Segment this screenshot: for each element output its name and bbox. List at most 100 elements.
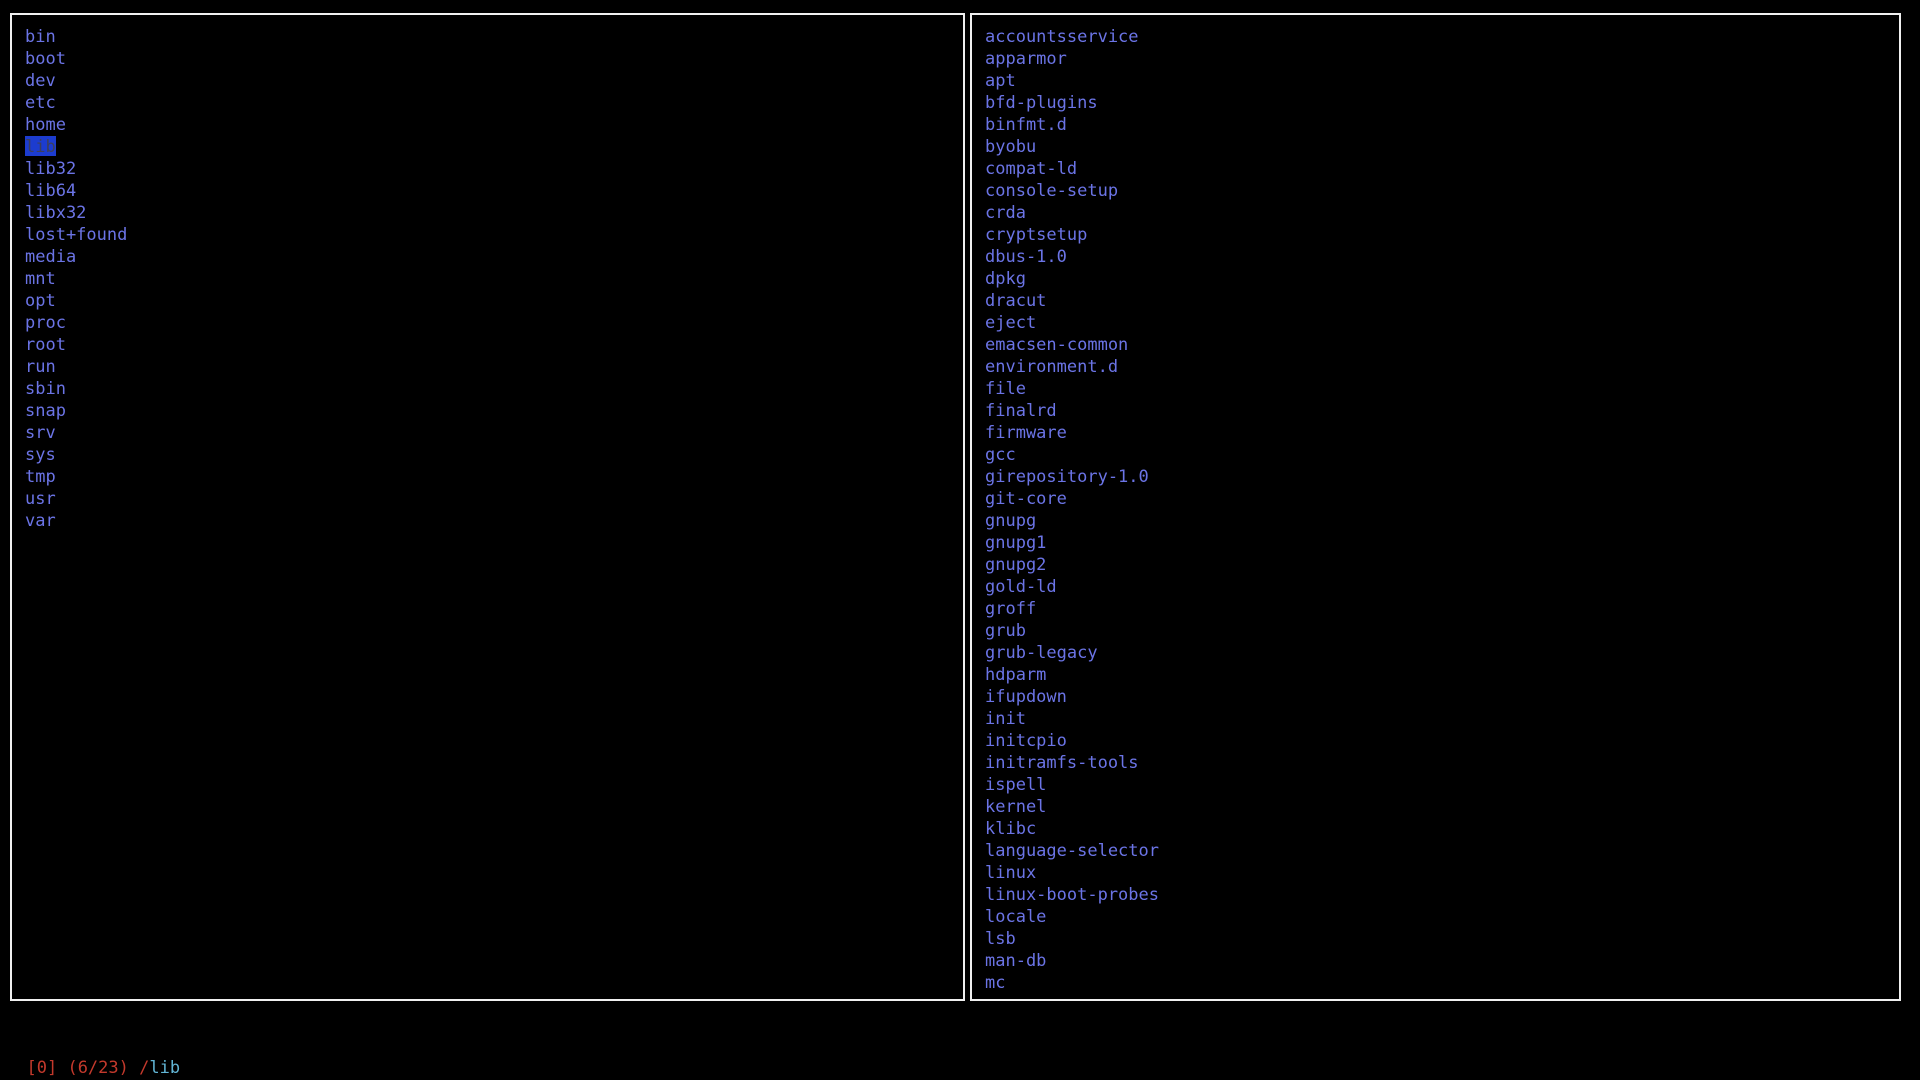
preview-entry[interactable]: apt (985, 70, 1159, 92)
entry-name: emacsen-common (985, 335, 1129, 355)
entry-name: usr (25, 489, 56, 509)
entry-name: etc (25, 93, 56, 113)
directory-entry[interactable]: media (25, 246, 127, 268)
preview-entry[interactable]: compat-ld (985, 158, 1159, 180)
preview-entry[interactable]: environment.d (985, 356, 1159, 378)
entry-name: libx32 (25, 203, 87, 223)
entry-name: groff (985, 599, 1037, 619)
preview-entry[interactable]: lsb (985, 928, 1159, 950)
directory-entry[interactable]: lib64 (25, 180, 127, 202)
directory-entry[interactable]: libx32 (25, 202, 127, 224)
preview-entry[interactable]: file (985, 378, 1159, 400)
preview-entry[interactable]: dbus-1.0 (985, 246, 1159, 268)
directory-entry[interactable]: sys (25, 444, 127, 466)
tab-index: [0] (26, 1058, 58, 1078)
preview-entry[interactable]: grub (985, 620, 1159, 642)
preview-entry[interactable]: grub-legacy (985, 642, 1159, 664)
preview-entry[interactable]: bfd-plugins (985, 92, 1159, 114)
entry-name: dev (25, 71, 56, 91)
preview-entry[interactable]: gnupg1 (985, 532, 1159, 554)
entry-name: apparmor (985, 49, 1067, 69)
entry-name: tmp (25, 467, 56, 487)
preview-entry[interactable]: cryptsetup (985, 224, 1159, 246)
entry-name: srv (25, 423, 56, 443)
entry-name: crda (985, 203, 1026, 223)
entry-name: initramfs-tools (985, 753, 1139, 773)
directory-entry[interactable]: bin (25, 26, 127, 48)
directory-entry[interactable]: proc (25, 312, 127, 334)
entry-name: lib (25, 136, 56, 157)
entry-name: grub-legacy (985, 643, 1098, 663)
directory-entry-selected[interactable]: lib (25, 136, 127, 158)
entry-name: binfmt.d (985, 115, 1067, 135)
directory-entry[interactable]: home (25, 114, 127, 136)
directory-entry[interactable]: sbin (25, 378, 127, 400)
preview-entry[interactable]: finalrd (985, 400, 1159, 422)
preview-entry[interactable]: initcpio (985, 730, 1159, 752)
current-path: lib (149, 1058, 181, 1078)
directory-entry[interactable]: mnt (25, 268, 127, 290)
directory-entry[interactable]: etc (25, 92, 127, 114)
directory-entry[interactable]: usr (25, 488, 127, 510)
entry-name: accountsservice (985, 27, 1139, 47)
preview-entry[interactable]: console-setup (985, 180, 1159, 202)
directory-entry[interactable]: tmp (25, 466, 127, 488)
preview-entry[interactable]: language-selector (985, 840, 1159, 862)
preview-entry[interactable]: ifupdown (985, 686, 1159, 708)
preview-entry[interactable]: locale (985, 906, 1159, 928)
entry-name: lib64 (25, 181, 77, 201)
directory-entry[interactable]: dev (25, 70, 127, 92)
preview-entry[interactable]: gnupg2 (985, 554, 1159, 576)
preview-entry[interactable]: initramfs-tools (985, 752, 1159, 774)
preview-entry[interactable]: accountsservice (985, 26, 1159, 48)
preview-entry[interactable]: linux (985, 862, 1159, 884)
entry-name: cryptsetup (985, 225, 1088, 245)
directory-entry[interactable]: root (25, 334, 127, 356)
preview-entry[interactable]: klibc (985, 818, 1159, 840)
directory-entry[interactable]: var (25, 510, 127, 532)
preview-entry[interactable]: kernel (985, 796, 1159, 818)
preview-entry[interactable]: binfmt.d (985, 114, 1159, 136)
preview-entry[interactable]: git-core (985, 488, 1159, 510)
entry-name: ifupdown (985, 687, 1067, 707)
directory-entry[interactable]: srv (25, 422, 127, 444)
preview-entry[interactable]: man-db (985, 950, 1159, 972)
entry-name: grub (985, 621, 1026, 641)
entry-name: var (25, 511, 56, 531)
preview-entry[interactable]: apparmor (985, 48, 1159, 70)
directory-entry[interactable]: boot (25, 48, 127, 70)
preview-entry[interactable]: byobu (985, 136, 1159, 158)
preview-entry[interactable]: groff (985, 598, 1159, 620)
entry-name: lsb (985, 929, 1016, 949)
preview-entry[interactable]: emacsen-common (985, 334, 1159, 356)
directory-entry[interactable]: lib32 (25, 158, 127, 180)
entry-name: kernel (985, 797, 1047, 817)
preview-entry[interactable]: girepository-1.0 (985, 466, 1159, 488)
entry-name: sbin (25, 379, 66, 399)
entry-name: media (25, 247, 77, 267)
preview-entry[interactable]: linux-boot-probes (985, 884, 1159, 906)
preview-entry[interactable]: gold-ld (985, 576, 1159, 598)
preview-entry[interactable]: firmware (985, 422, 1159, 444)
preview-entry[interactable]: ispell (985, 774, 1159, 796)
preview-entry[interactable]: gcc (985, 444, 1159, 466)
parent-directory-list: bin boot dev etc home lib lib32 lib64 libx32 lost… (25, 26, 127, 532)
preview-entry[interactable]: dpkg (985, 268, 1159, 290)
preview-entry[interactable]: eject (985, 312, 1159, 334)
preview-entry[interactable]: hdparm (985, 664, 1159, 686)
directory-entry[interactable]: lost+found (25, 224, 127, 246)
entry-name: opt (25, 291, 56, 311)
directory-entry[interactable]: snap (25, 400, 127, 422)
entry-name: compat-ld (985, 159, 1078, 179)
preview-entry[interactable]: mc (985, 972, 1159, 994)
entry-name: girepository-1.0 (985, 467, 1149, 487)
preview-entry[interactable]: gnupg (985, 510, 1159, 532)
preview-entry[interactable]: dracut (985, 290, 1159, 312)
entry-name: gnupg2 (985, 555, 1047, 575)
preview-entry[interactable]: crda (985, 202, 1159, 224)
preview-entry[interactable]: init (985, 708, 1159, 730)
directory-entry[interactable]: opt (25, 290, 127, 312)
entry-name: run (25, 357, 56, 377)
directory-entry[interactable]: run (25, 356, 127, 378)
entry-name: ispell (985, 775, 1047, 795)
